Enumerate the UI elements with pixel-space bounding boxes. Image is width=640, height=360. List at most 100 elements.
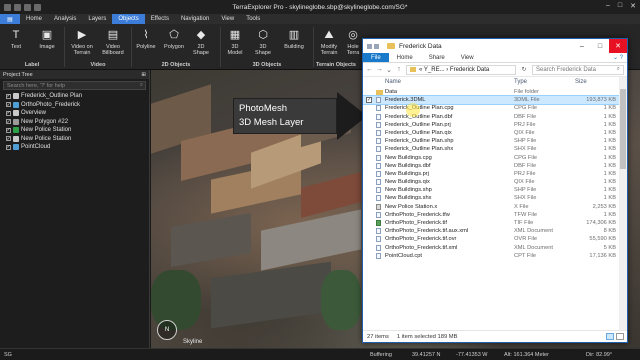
- file-row[interactable]: ✓ Frederick.3DML 3DML File 193,873 KB: [363, 95, 620, 106]
- status-lat: 39.41257 N: [412, 352, 441, 358]
- tab-home[interactable]: Home: [389, 53, 421, 62]
- tree-item[interactable]: ✓ New Police Station: [0, 135, 149, 144]
- file-row[interactable]: Frederick_Outline Plan.dbf DBF File 1 KB: [363, 113, 619, 121]
- file-row[interactable]: Frederick_Outline Plan.shp SHP File 1 KB: [363, 137, 619, 145]
- tree-item[interactable]: ✓ PointCloud: [0, 143, 149, 152]
- redo-icon[interactable]: [34, 3, 41, 11]
- checkbox[interactable]: ✓: [6, 119, 11, 125]
- maximize-icon[interactable]: □: [618, 2, 622, 10]
- file-row[interactable]: OrthoPhoto_Frederick.tif.xml XML Document…: [363, 244, 619, 252]
- hole-terrain-button[interactable]: ◎ Hole Terra: [344, 28, 362, 57]
- back-arrow-icon[interactable]: ←: [366, 66, 373, 73]
- menu-file[interactable]: ▤: [0, 14, 20, 24]
- menu-effects[interactable]: Effects: [145, 14, 175, 24]
- checkbox[interactable]: ✓: [6, 110, 11, 116]
- file-name: New Buildings.cpg: [385, 154, 432, 161]
- tree-item[interactable]: ✓ Frederick_Outline Plan: [0, 92, 149, 101]
- status-buffering: Buffering: [370, 352, 392, 358]
- scrollbar-thumb[interactable]: [620, 89, 626, 169]
- file-row[interactable]: OrthoPhoto_Frederick.tif TIF File 174,306 …: [363, 219, 619, 227]
- tab-file[interactable]: File: [363, 53, 389, 62]
- open-icon[interactable]: [14, 3, 21, 11]
- tree-item[interactable]: ✓ Overview: [0, 109, 149, 118]
- building-button[interactable]: ▥ Building: [281, 28, 307, 51]
- menu-home[interactable]: Home: [20, 14, 48, 24]
- file-row[interactable]: Frederick_Outline Plan.cpgCPG File1 KB: [363, 104, 619, 112]
- menu-navigation[interactable]: Navigation: [175, 14, 215, 24]
- row-checkbox[interactable]: ✓: [366, 97, 372, 104]
- compass-icon[interactable]: N: [157, 320, 177, 340]
- large-icons-view-icon[interactable]: [616, 333, 624, 340]
- modify-terrain-button[interactable]: ⛰ Modify Terrain: [316, 28, 342, 57]
- image-button[interactable]: ▣ Image: [36, 28, 58, 51]
- maximize-icon[interactable]: □: [591, 39, 609, 53]
- column-headers: Name Type Size: [363, 77, 619, 87]
- close-icon[interactable]: ✕: [630, 2, 636, 10]
- tree-item-label: Overview: [21, 110, 47, 117]
- properties-icon[interactable]: [367, 43, 372, 49]
- checkbox[interactable]: ✓: [6, 127, 11, 133]
- new-folder-icon[interactable]: [374, 43, 379, 49]
- menu-view[interactable]: View: [215, 14, 240, 24]
- tab-view[interactable]: View: [453, 53, 482, 62]
- up-arrow-icon[interactable]: ↑: [396, 66, 402, 73]
- shape-3d-button[interactable]: ⬡ 3D Shape: [252, 28, 274, 57]
- checkbox[interactable]: ✓: [6, 136, 11, 142]
- checkbox[interactable]: ✓: [6, 144, 11, 150]
- file-row[interactable]: New Buildings.shx SHX File 1 KB: [363, 194, 619, 202]
- forward-arrow-icon[interactable]: →: [376, 66, 383, 73]
- file-row[interactable]: Frederick_Outline Plan.qix QIX File 1 KB: [363, 129, 619, 137]
- tree-item[interactable]: ✓ OrthoPhoto_Frederick: [0, 101, 149, 110]
- save-icon[interactable]: [4, 3, 11, 11]
- search-icon[interactable]: ⌕: [140, 82, 143, 89]
- checkbox[interactable]: ✓: [6, 93, 11, 99]
- video-billboard-button[interactable]: ▤ Video Billboard: [99, 28, 127, 57]
- file-row[interactable]: OrthoPhoto_Frederick.tif.ovr OVR File 55,5…: [363, 235, 619, 243]
- column-size[interactable]: Size: [575, 79, 587, 85]
- details-view-icon[interactable]: [606, 333, 614, 340]
- file-row[interactable]: New Buildings.shp SHP File 1 KB: [363, 186, 619, 194]
- refresh-icon[interactable]: ↻: [520, 66, 528, 73]
- help-icon[interactable]: ⌄ ?: [613, 53, 627, 62]
- menu-tools[interactable]: Tools: [240, 14, 266, 24]
- tree-search-input[interactable]: Search here, '?' for help ⌕: [3, 81, 146, 90]
- vertical-scrollbar[interactable]: [619, 77, 627, 330]
- file-row[interactable]: OrthoPhoto_Frederick.tfw TFW File 1 KB: [363, 211, 619, 219]
- recent-dropdown-icon[interactable]: ⌄: [386, 66, 392, 74]
- minimize-icon[interactable]: –: [606, 2, 610, 10]
- file-size: 1 KB: [603, 138, 616, 145]
- column-type[interactable]: Type: [514, 79, 527, 85]
- tree-item[interactable]: ✓ New Polygon #22: [0, 118, 149, 127]
- undo-icon[interactable]: [24, 3, 31, 11]
- breadcrumb[interactable]: « Y_RE... › Frederick Data: [406, 64, 516, 75]
- column-name[interactable]: Name: [385, 79, 401, 85]
- menu-objects[interactable]: Objects: [112, 14, 145, 24]
- file-row[interactable]: Data File folder: [363, 88, 619, 96]
- tab-share[interactable]: Share: [421, 53, 453, 62]
- tree-item[interactable]: ✓ New Police Station: [0, 126, 149, 135]
- minimize-icon[interactable]: –: [573, 39, 591, 53]
- text-button[interactable]: T Text: [6, 28, 26, 51]
- video-on-terrain-button[interactable]: ▶ Video on Terrain: [68, 28, 96, 57]
- menu-layers[interactable]: Layers: [82, 14, 112, 24]
- checkbox[interactable]: ✓: [6, 102, 11, 108]
- file-row[interactable]: Frederick_Outline Plan.prj PRJ File 1 KB: [363, 121, 619, 129]
- file-row[interactable]: OrthoPhoto_Frederick.tif.aux.xml XML Docu…: [363, 227, 619, 235]
- explorer-search-input[interactable]: Search Frederick Data ⌕: [532, 64, 624, 75]
- shape-2d-button[interactable]: ◆ 2D Shape: [190, 28, 212, 57]
- model-3d-button[interactable]: ▦ 3D Model: [224, 28, 246, 57]
- polyline-button[interactable]: ⌇ Polyline: [134, 28, 158, 51]
- pin-icon[interactable]: ⊞: [141, 72, 146, 78]
- file-menu-icon: ▤: [7, 16, 13, 23]
- file-row[interactable]: New Buildings.qix QIX File 1 KB: [363, 178, 619, 186]
- file-row[interactable]: New Buildings.dbf DBF File 1 KB: [363, 162, 619, 170]
- shape-2d-icon: ◆: [196, 29, 206, 41]
- polygon-button[interactable]: ⬠ Polygon: [162, 28, 186, 51]
- file-row[interactable]: New Buildings.prj PRJ File 1 KB: [363, 170, 619, 178]
- file-row[interactable]: New Buildings.cpg CPG File 1 KB: [363, 154, 619, 162]
- close-icon[interactable]: ✕: [609, 39, 627, 53]
- file-row[interactable]: New Police Station.x X File 2,253 KB: [363, 203, 619, 211]
- file-row[interactable]: PointCloud.cpt CPT File 17,136 KB: [363, 252, 619, 260]
- file-row[interactable]: Frederick_Outline Plan.shx SHX File 1 KB: [363, 145, 619, 153]
- menu-analysis[interactable]: Analysis: [48, 14, 82, 24]
